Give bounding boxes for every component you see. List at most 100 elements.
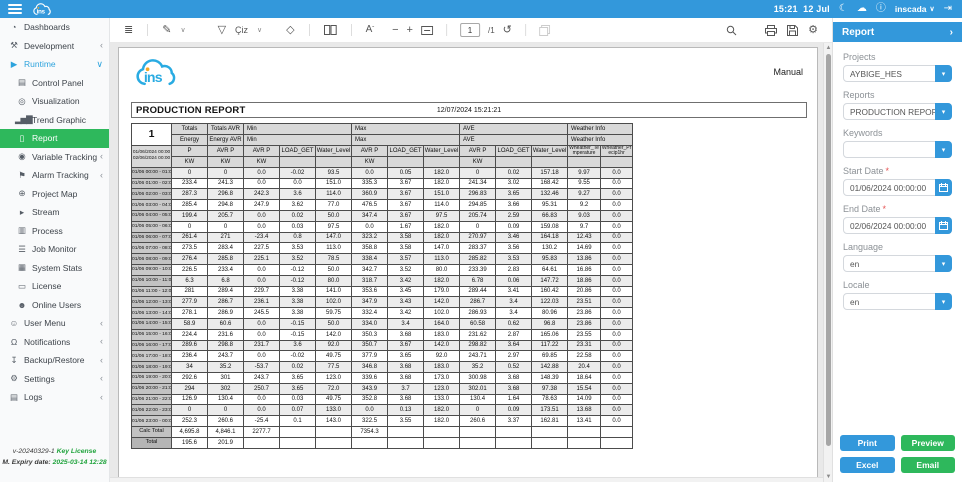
start-date-label: Start Date*: [843, 166, 952, 176]
sidebar-item-trend-graphic[interactable]: ▂▅▇Trend Graphic: [0, 111, 109, 130]
preview-button[interactable]: Preview: [901, 435, 956, 451]
dark-mode-moon-icon[interactable]: ☾: [839, 4, 848, 14]
chevron-down-icon: ∨: [929, 5, 934, 13]
hamburger-menu-icon[interactable]: [8, 4, 22, 14]
projects-select[interactable]: AYBIGE_HES▾: [843, 65, 952, 82]
scroll-down-icon[interactable]: ▼: [824, 472, 832, 482]
eraser-icon[interactable]: ◇: [286, 25, 294, 36]
sidebar-item-alarm-tracking[interactable]: ⚑Alarm Tracking‹: [0, 166, 109, 185]
chevron-down-icon[interactable]: ∨: [257, 26, 262, 34]
sidebar-item-runtime[interactable]: ▶Runtime∨: [0, 55, 109, 74]
sidebar-item-notifications[interactable]: ΩNotifications‹: [0, 333, 109, 352]
horizontal-scrollbar[interactable]: [110, 477, 823, 482]
svg-text:ins: ins: [144, 70, 163, 86]
calendar-icon[interactable]: [935, 217, 952, 234]
dropdown-arrow-icon[interactable]: ▾: [935, 65, 952, 82]
chevron-left-icon: ‹: [100, 319, 103, 328]
panel-header: Report ›: [833, 22, 962, 42]
sidebar-item-process[interactable]: ▥Process: [0, 222, 109, 241]
calendar-icon[interactable]: [935, 179, 952, 196]
projects-label: Projects: [843, 52, 952, 62]
dropdown-arrow-icon[interactable]: ▾: [935, 103, 952, 120]
info-icon[interactable]: ⓘ: [876, 4, 886, 14]
keywords-select[interactable]: ▾: [843, 141, 952, 158]
report-generated-datetime: 12/07/2024 15:21:21: [132, 107, 806, 114]
chevron-left-icon: ‹: [100, 152, 103, 161]
sidebar-item-backup-restore[interactable]: ↧Backup/Restore‹: [0, 351, 109, 370]
development-tools-icon: ⚒: [7, 40, 20, 51]
scrollbar-thumb[interactable]: [826, 54, 831, 446]
save-icon[interactable]: [787, 25, 798, 36]
sidebar-item-control-panel[interactable]: ▤Control Panel: [0, 74, 109, 93]
sidebar-item-online-users[interactable]: ☻Online Users: [0, 296, 109, 315]
excel-button[interactable]: Excel: [840, 457, 895, 473]
collapse-panel-icon[interactable]: ›: [950, 27, 953, 38]
dropdown-arrow-icon[interactable]: ▾: [935, 293, 952, 310]
table-group-row: EnergyEnergy AVRMinMaxAVEWeather Info: [132, 134, 633, 145]
sidebar-item-project-map[interactable]: ⊕Project Map: [0, 185, 109, 204]
control-panel-icon: ▤: [15, 77, 28, 88]
rotate-icon[interactable]: ↺: [503, 25, 512, 36]
sidebar-item-report[interactable]: ▯Report: [0, 129, 109, 148]
version-line: v-20240329-1 Key License: [0, 447, 109, 458]
two-page-view-icon[interactable]: [324, 25, 337, 35]
dropdown-arrow-icon[interactable]: ▾: [935, 255, 952, 272]
row-time-label: 01/06 23:00 - 00:00: [132, 416, 172, 427]
sidebar-item-system-stats[interactable]: ▦System Stats: [0, 259, 109, 278]
sidebar-item-stream[interactable]: ▸Stream: [0, 203, 109, 222]
vertical-scrollbar[interactable]: ▲ ▼: [823, 43, 832, 482]
sidebar-item-job-monitor[interactable]: ☰Job Monitor: [0, 240, 109, 259]
row-time-label: 01/06 13:00 - 14:00: [132, 308, 172, 319]
sidebar-item-dashboards[interactable]: ◔Dashboards: [0, 18, 109, 37]
zoom-in-icon[interactable]: +: [407, 25, 413, 36]
row-time-label: 01/06 09:00 - 10:00: [132, 265, 172, 276]
inscada-logo[interactable]: ins: [31, 2, 55, 17]
zoom-out-icon[interactable]: −: [392, 25, 398, 36]
logout-icon[interactable]: ⇥: [944, 4, 952, 14]
row-time-label: 01/06 02:00 - 03:00: [132, 189, 172, 200]
row-time-label: 01/06 10:00 - 11:00: [132, 275, 172, 286]
print-button[interactable]: Print: [840, 435, 895, 451]
required-asterisk: *: [886, 166, 890, 176]
sidebar-item-settings[interactable]: ⚙Settings‹: [0, 370, 109, 389]
table-row: 01/06 00:00 - 01:00000.0-0.0293.50.00.05…: [132, 167, 633, 178]
sidebar: ◔Dashboards⚒Development‹▶Runtime∨▤Contro…: [0, 18, 110, 482]
fit-width-icon[interactable]: [421, 26, 433, 35]
account-menu[interactable]: inscada∨: [895, 4, 935, 14]
text-size-icon[interactable]: Aˆ: [366, 25, 375, 35]
sidebar-item-label: Process: [32, 226, 63, 236]
email-button[interactable]: Email: [901, 457, 956, 473]
dropdown-arrow-icon[interactable]: ▾: [935, 141, 952, 158]
table-row: 01/06 17:00 - 18:00236.4243.70.0-0.0249.…: [132, 351, 633, 362]
reports-select[interactable]: PRODUCTION REPORT▾: [843, 103, 952, 120]
sidebar-item-development[interactable]: ⚒Development‹: [0, 37, 109, 56]
sidebar-item-user-menu[interactable]: ☺User Menu‹: [0, 314, 109, 333]
report-table: 1TotalsTotals AVRMinMaxAVEWeather InfoEn…: [131, 123, 633, 449]
sidebar-item-variable-tracking[interactable]: ◉Variable Tracking‹: [0, 148, 109, 167]
table-row: 01/06 02:00 - 03:00287.3296.8242.33.6114…: [132, 189, 633, 200]
language-value: en: [844, 259, 935, 269]
report-parameters-panel: Report › ProjectsAYBIGE_HES▾ReportsPRODU…: [832, 18, 962, 482]
start-date-input[interactable]: 01/06/2024 00:00:00: [843, 179, 952, 196]
gear-icon[interactable]: ⚙: [808, 25, 818, 36]
row-time-label: 01/06 19:00 - 20:00: [132, 373, 172, 384]
outline-panel-icon[interactable]: ≣: [124, 25, 133, 36]
locale-select[interactable]: en▾: [843, 293, 952, 310]
search-icon[interactable]: [726, 25, 737, 36]
printer-icon[interactable]: [765, 25, 777, 36]
language-select[interactable]: en▾: [843, 255, 952, 272]
end-date-input[interactable]: 02/06/2024 00:00:00: [843, 217, 952, 234]
sidebar-item-logs[interactable]: ▤Logs‹: [0, 388, 109, 407]
panel-title: Report: [842, 27, 874, 38]
chevron-down-icon[interactable]: ∨: [180, 26, 185, 34]
cloud-status-icon[interactable]: ☁: [857, 4, 867, 14]
scroll-up-icon[interactable]: ▲: [824, 43, 832, 53]
license-card-icon: ▭: [15, 281, 28, 292]
sidebar-item-license[interactable]: ▭License: [0, 277, 109, 296]
export-copy-icon[interactable]: [539, 25, 550, 36]
filter-funnel-icon[interactable]: ▽: [218, 25, 226, 36]
sidebar-item-visualization[interactable]: ◎Visualization: [0, 92, 109, 111]
draw-tool-label[interactable]: Çiz: [235, 25, 248, 35]
page-number-input[interactable]: 1: [460, 23, 480, 37]
pen-annotate-icon[interactable]: ✎: [162, 25, 171, 36]
